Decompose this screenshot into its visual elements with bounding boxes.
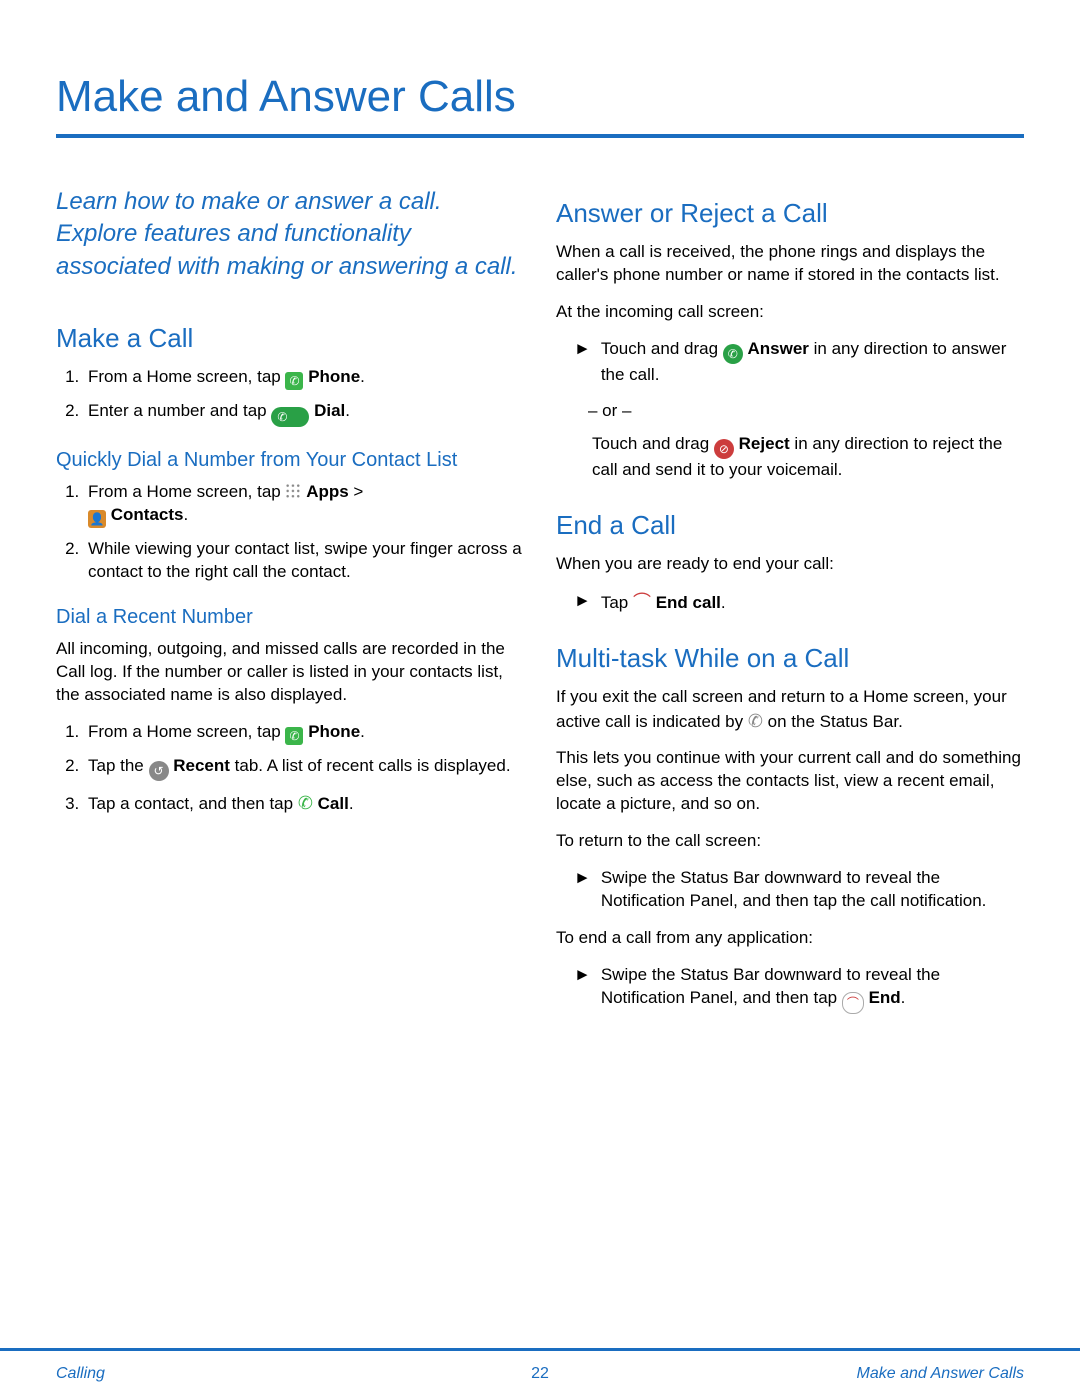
list-item: From a Home screen, tap ✆ Phone. bbox=[84, 366, 524, 390]
end-label: End bbox=[869, 988, 901, 1007]
multitask-body-1: If you exit the call screen and return t… bbox=[556, 686, 1024, 734]
text: on the Status Bar. bbox=[768, 712, 903, 731]
intro-text: Learn how to make or answer a call. Expl… bbox=[56, 186, 524, 283]
call-label: Call bbox=[318, 794, 349, 813]
text: tab. A list of recent calls is displayed… bbox=[230, 756, 511, 775]
list-item: Tap a contact, and then tap ✆ Call. bbox=[84, 791, 524, 816]
right-column: Answer or Reject a Call When a call is r… bbox=[556, 186, 1024, 1028]
contacts-icon: 👤 bbox=[88, 510, 106, 528]
or-label: – or – bbox=[588, 401, 1024, 421]
page-number: 22 bbox=[0, 1365, 1080, 1383]
text: Tap a contact, and then tap bbox=[88, 794, 298, 813]
text: . bbox=[360, 722, 365, 741]
list-item: From a Home screen, tap ✆ Phone. bbox=[84, 721, 524, 745]
end-call-bullet: ► Tap ⌒ End call. bbox=[560, 590, 1024, 615]
recent-label: Recent bbox=[173, 756, 230, 775]
text: . bbox=[360, 367, 365, 386]
contacts-label: Contacts bbox=[111, 505, 184, 524]
list-item: From a Home screen, tap Apps > 👤 Contact… bbox=[84, 481, 524, 528]
bullet-body: Tap ⌒ End call. bbox=[601, 590, 726, 615]
recent-icon: ↺ bbox=[149, 761, 169, 781]
answer-label: Answer bbox=[747, 339, 808, 358]
reject-bullet: Touch and drag ⊘ Reject in any direction… bbox=[560, 433, 1024, 482]
text: . bbox=[721, 593, 726, 612]
dial-recent-heading: Dial a Recent Number bbox=[56, 604, 524, 630]
apps-label: Apps bbox=[306, 482, 349, 501]
list-item: Enter a number and tap ✆ Dial. bbox=[84, 400, 524, 427]
arrow-icon: ► bbox=[574, 338, 591, 387]
arrow-icon: ► bbox=[574, 867, 591, 913]
text: Touch and drag bbox=[592, 434, 714, 453]
end-icon: ⌒ bbox=[842, 992, 864, 1014]
answer-body-2: At the incoming call screen: bbox=[556, 301, 1024, 324]
arrow-icon: ► bbox=[574, 964, 591, 1014]
text: Tap the bbox=[88, 756, 149, 775]
multitask-bullet-2: ► Swipe the Status Bar downward to revea… bbox=[560, 964, 1024, 1014]
quick-dial-heading: Quickly Dial a Number from Your Contact … bbox=[56, 447, 524, 473]
phone-label: Phone bbox=[308, 367, 360, 386]
answer-icon: ✆ bbox=[723, 344, 743, 364]
title-rule bbox=[56, 134, 1024, 138]
text: From a Home screen, tap bbox=[88, 482, 285, 501]
bullet-body: Swipe the Status Bar downward to reveal … bbox=[601, 867, 1024, 913]
page-title: Make and Answer Calls bbox=[56, 72, 1024, 122]
text: . bbox=[901, 988, 906, 1007]
apps-icon bbox=[285, 483, 301, 499]
text: Tap bbox=[601, 593, 633, 612]
multitask-body-4: To end a call from any application: bbox=[556, 927, 1024, 950]
reject-icon: ⊘ bbox=[714, 439, 734, 459]
multitask-heading: Multi-task While on a Call bbox=[556, 643, 1024, 674]
answer-heading: Answer or Reject a Call bbox=[556, 198, 1024, 229]
list-item: Tap the ↺ Recent tab. A list of recent c… bbox=[84, 755, 524, 781]
text: Enter a number and tap bbox=[88, 401, 271, 420]
multitask-bullet-1: ► Swipe the Status Bar downward to revea… bbox=[560, 867, 1024, 913]
multitask-body-3: To return to the call screen: bbox=[556, 830, 1024, 853]
text: . bbox=[183, 505, 188, 524]
quick-dial-steps: From a Home screen, tap Apps > 👤 Contact… bbox=[56, 481, 524, 584]
end-call-icon: ⌒ bbox=[633, 592, 651, 612]
bullet-body: Touch and drag ✆ Answer in any direction… bbox=[601, 338, 1024, 387]
phone-icon: ✆ bbox=[285, 727, 303, 745]
dial-label: Dial bbox=[314, 401, 345, 420]
multitask-body-2: This lets you continue with your current… bbox=[556, 747, 1024, 816]
left-column: Learn how to make or answer a call. Expl… bbox=[56, 186, 524, 1028]
text: . bbox=[345, 401, 350, 420]
handset-icon: ✆ bbox=[298, 793, 313, 813]
text: Touch and drag bbox=[601, 339, 723, 358]
arrow-icon: ► bbox=[574, 590, 591, 615]
reject-label: Reject bbox=[739, 434, 790, 453]
text: . bbox=[349, 794, 354, 813]
answer-bullet: ► Touch and drag ✆ Answer in any directi… bbox=[560, 338, 1024, 387]
status-handset-icon: ✆ bbox=[748, 711, 763, 731]
bullet-body: Swipe the Status Bar downward to reveal … bbox=[601, 964, 1024, 1014]
end-call-body: When you are ready to end your call: bbox=[556, 553, 1024, 576]
dial-recent-steps: From a Home screen, tap ✆ Phone. Tap the… bbox=[56, 721, 524, 816]
text: From a Home screen, tap bbox=[88, 367, 285, 386]
dial-icon: ✆ bbox=[271, 407, 309, 427]
phone-icon: ✆ bbox=[285, 372, 303, 390]
text: > bbox=[349, 482, 364, 501]
two-column-layout: Learn how to make or answer a call. Expl… bbox=[56, 186, 1024, 1028]
dial-recent-body: All incoming, outgoing, and missed calls… bbox=[56, 638, 524, 707]
list-item: While viewing your contact list, swipe y… bbox=[84, 538, 524, 584]
phone-label: Phone bbox=[308, 722, 360, 741]
make-call-steps: From a Home screen, tap ✆ Phone. Enter a… bbox=[56, 366, 524, 427]
page-footer: Calling 22 Make and Answer Calls bbox=[0, 1348, 1080, 1397]
end-call-heading: End a Call bbox=[556, 510, 1024, 541]
bullet-body: Touch and drag ⊘ Reject in any direction… bbox=[592, 433, 1024, 482]
text: From a Home screen, tap bbox=[88, 722, 285, 741]
end-call-label: End call bbox=[656, 593, 721, 612]
answer-body-1: When a call is received, the phone rings… bbox=[556, 241, 1024, 287]
make-call-heading: Make a Call bbox=[56, 323, 524, 354]
